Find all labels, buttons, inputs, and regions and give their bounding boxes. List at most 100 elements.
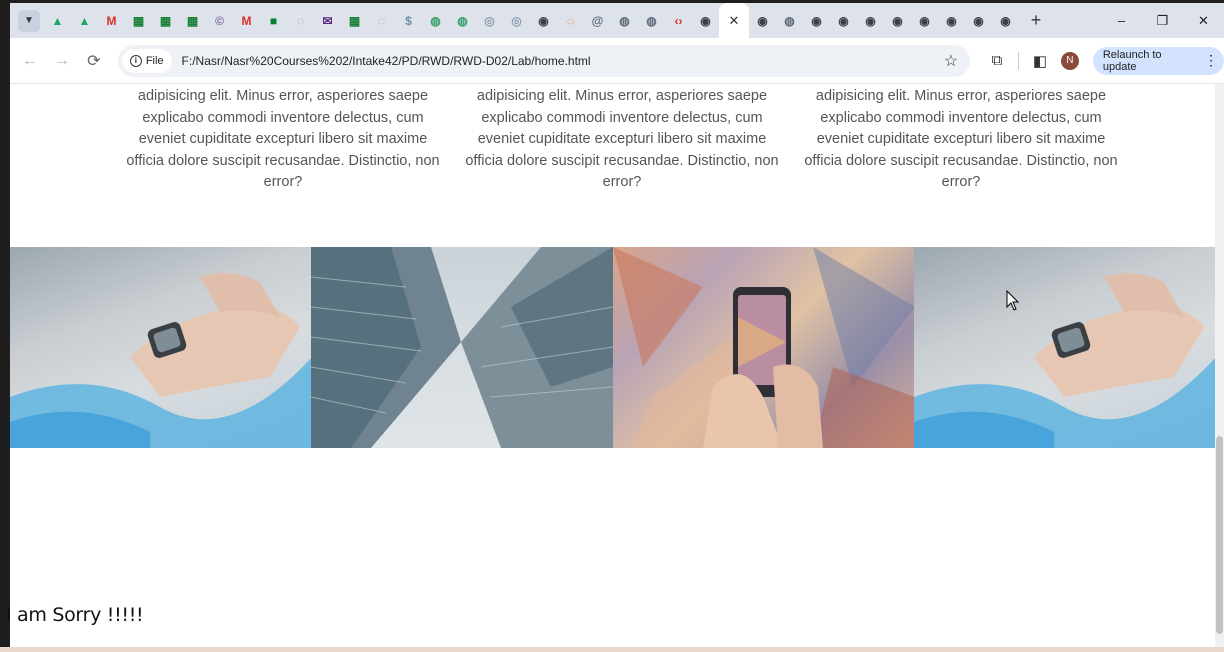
chevron-down-icon[interactable]: ▼ xyxy=(18,9,40,32)
browser-tab[interactable]: ▦ xyxy=(125,3,152,38)
new-tab-button[interactable]: + xyxy=(1023,8,1049,34)
gallery-image-skyscrapers xyxy=(311,247,613,448)
back-button[interactable]: ← xyxy=(14,45,46,77)
globe-icon: ◍ xyxy=(619,13,630,28)
browser-tab[interactable]: ■ xyxy=(260,3,287,38)
kebab-menu-icon[interactable]: ⋮ xyxy=(1204,52,1218,69)
tab-strip: ▼ ▲ ▲ M ▦ ▦ ▦ © M ■ ◌ ✉ ▦ ◌ $ ◍ ◍ ◎ ◎ ◉ ◌ @ ◍ ◍ ‹› ◉ ✕ ◉ ◍ ◉ ◉ ◉ ◉ ◉ ◉ ◉ ◉ … xyxy=(10,3,1224,38)
site-info-chip[interactable]: i File xyxy=(121,48,172,73)
browser-tab[interactable]: ◌ xyxy=(557,3,584,38)
profile-button[interactable]: N xyxy=(1055,46,1085,76)
column-text-1: adipisicing elit. Minus error, asperiore… xyxy=(126,88,440,190)
browser-tab[interactable]: ◌ xyxy=(368,3,395,38)
browser-tab[interactable]: ◎ xyxy=(503,3,530,38)
text-columns: adipisicing elit. Minus error, asperiore… xyxy=(10,84,1215,204)
chrome-icon: ◉ xyxy=(946,13,957,28)
globe-icon: ◍ xyxy=(646,13,657,28)
url-text[interactable]: F:/Nasr/Nasr%20Courses%202/Intake42/PD/R… xyxy=(182,54,591,68)
overlay-caption: I am Sorry !!!!! xyxy=(6,604,144,626)
browser-tab[interactable]: @ xyxy=(584,3,611,38)
mouse-cursor-icon xyxy=(1006,290,1020,311)
browser-tab[interactable]: ✕ xyxy=(719,3,749,38)
browser-tab[interactable]: ◍ xyxy=(422,3,449,38)
browser-tab[interactable]: ◉ xyxy=(911,3,938,38)
column-text-3: adipisicing elit. Minus error, asperiore… xyxy=(804,88,1118,190)
chrome-icon: ◉ xyxy=(973,13,984,28)
code-icon: ‹› xyxy=(674,13,683,28)
globe-icon: ◍ xyxy=(430,13,441,28)
sheets-icon: ▦ xyxy=(159,13,172,28)
sheets-icon: ▦ xyxy=(186,13,199,28)
browser-tab[interactable]: ◉ xyxy=(749,3,776,38)
taskbar-edge xyxy=(0,647,1224,652)
browser-toolbar: ← → ⟳ i File F:/Nasr/Nasr%20Courses%202/… xyxy=(10,38,1224,84)
site-info-label: File xyxy=(145,54,164,67)
browser-tab[interactable]: © xyxy=(206,3,233,38)
web-icon: ◎ xyxy=(511,13,522,28)
browser-tab[interactable]: ◍ xyxy=(611,3,638,38)
browser-tab[interactable]: ▲ xyxy=(44,3,71,38)
column-text-2: adipisicing elit. Minus error, asperiore… xyxy=(465,88,779,190)
browser-window: ▼ ▲ ▲ M ▦ ▦ ▦ © M ■ ◌ ✉ ▦ ◌ $ ◍ ◍ ◎ ◎ ◉ ◌ @ ◍ ◍ ‹› ◉ ✕ ◉ ◍ ◉ ◉ ◉ ◉ ◉ ◉ ◉ ◉ … xyxy=(10,3,1224,652)
browser-tab[interactable]: $ xyxy=(395,3,422,38)
forward-button[interactable]: → xyxy=(46,45,78,77)
browser-tab[interactable]: M xyxy=(233,3,260,38)
chrome-icon: ◉ xyxy=(892,13,903,28)
browser-tab[interactable]: ✉ xyxy=(314,3,341,38)
loading-icon: ◌ xyxy=(377,13,386,28)
browser-tab[interactable]: ◉ xyxy=(530,3,557,38)
browser-tab[interactable]: ◉ xyxy=(992,3,1019,38)
restore-button[interactable]: ❐ xyxy=(1142,3,1183,38)
address-bar[interactable]: i File F:/Nasr/Nasr%20Courses%202/Intake… xyxy=(117,44,971,77)
side-panel-icon[interactable]: ◧ xyxy=(1025,46,1055,76)
meet-icon: ■ xyxy=(269,13,278,28)
browser-tab[interactable]: ◉ xyxy=(803,3,830,38)
page-content: adipisicing elit. Minus error, asperiore… xyxy=(10,84,1224,652)
sheets-icon: ▦ xyxy=(132,13,145,28)
gmail-icon: M xyxy=(241,13,252,28)
loading-icon: ◌ xyxy=(296,13,305,28)
window-controls: – ❐ ✕ xyxy=(1101,3,1224,38)
browser-tab[interactable]: ◍ xyxy=(449,3,476,38)
scrollbar-thumb[interactable] xyxy=(1216,436,1223,634)
globe-icon: ◍ xyxy=(457,13,468,28)
at-icon: @ xyxy=(591,13,604,28)
record-icon: ◉ xyxy=(538,13,549,28)
sheets-icon: ▦ xyxy=(348,13,361,28)
browser-tab[interactable]: ◉ xyxy=(857,3,884,38)
browser-tab[interactable]: ◌ xyxy=(287,3,314,38)
browser-tab[interactable]: ◉ xyxy=(965,3,992,38)
browser-tab[interactable]: ◉ xyxy=(884,3,911,38)
chrome-icon: ◉ xyxy=(1000,13,1011,28)
browser-tab[interactable]: ◉ xyxy=(692,3,719,38)
browser-tab[interactable]: ▦ xyxy=(152,3,179,38)
google-drive-icon: ▲ xyxy=(51,13,64,28)
browser-tab[interactable]: ▲ xyxy=(71,3,98,38)
gallery-image-smartwatch xyxy=(913,247,1215,448)
browser-tab[interactable]: ◍ xyxy=(776,3,803,38)
relaunch-label: Relaunch to update xyxy=(1102,48,1162,73)
chrome-icon: ◉ xyxy=(700,13,711,28)
browser-tab[interactable]: ▦ xyxy=(179,3,206,38)
chrome-icon: ◉ xyxy=(865,13,876,28)
browser-tab[interactable]: ◉ xyxy=(830,3,857,38)
browser-tab[interactable]: ◍ xyxy=(638,3,665,38)
web-icon: ◎ xyxy=(484,13,495,28)
chrome-icon: ◉ xyxy=(811,13,822,28)
relaunch-button[interactable]: Relaunch to update ⋮ xyxy=(1092,46,1224,75)
browser-tab[interactable]: ‹› xyxy=(665,3,692,38)
extensions-icon[interactable]: ⧉ xyxy=(982,46,1012,76)
gallery-image-smartwatch xyxy=(10,247,312,448)
reload-button[interactable]: ⟳ xyxy=(78,45,110,77)
vertical-scrollbar[interactable] xyxy=(1215,84,1224,652)
browser-tab[interactable]: M xyxy=(98,3,125,38)
browser-tab[interactable]: ▦ xyxy=(341,3,368,38)
browser-tab[interactable]: ◎ xyxy=(476,3,503,38)
minimize-button[interactable]: – xyxy=(1101,3,1142,38)
close-window-button[interactable]: ✕ xyxy=(1183,3,1224,38)
browser-tab[interactable]: ◉ xyxy=(938,3,965,38)
close-tab-icon[interactable]: ✕ xyxy=(727,13,741,28)
loading-icon: ◌ xyxy=(566,13,575,28)
bookmark-star-icon[interactable]: ☆ xyxy=(944,51,958,71)
tab-list: ▲ ▲ M ▦ ▦ ▦ © M ■ ◌ ✉ ▦ ◌ $ ◍ ◍ ◎ ◎ ◉ ◌ @ ◍ ◍ ‹› ◉ ✕ ◉ ◍ ◉ ◉ ◉ ◉ ◉ ◉ ◉ ◉ xyxy=(44,3,1019,38)
